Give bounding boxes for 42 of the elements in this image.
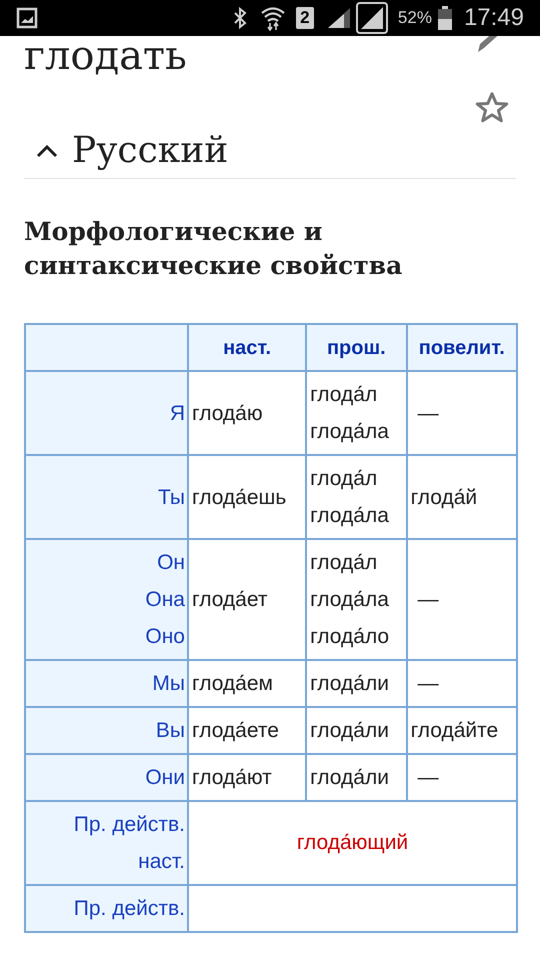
row-header: Ты	[25, 455, 188, 539]
table-cell-text: —	[418, 587, 440, 613]
table-cell-text: глода́ешь	[192, 484, 288, 510]
section-header[interactable]: Русский	[24, 128, 516, 179]
signal-icon	[356, 2, 388, 34]
table-cell-text: глода́йте	[410, 718, 500, 744]
table-cell-text: глода́ю	[192, 400, 264, 426]
row-header: Он Она Оно	[25, 539, 188, 660]
signal-icon	[326, 6, 352, 30]
table-cell-text: глода́ли	[310, 718, 390, 744]
gallery-icon	[16, 7, 38, 29]
battery-percent: 52%	[398, 7, 432, 30]
table-cell-text: глода́л глода́ла	[310, 466, 390, 529]
row-header: Они	[25, 754, 188, 801]
table-cell-text: глода́ет	[192, 587, 268, 613]
table-cell-text: глода́л глода́ла глода́ло	[310, 550, 390, 650]
participle-link[interactable]: глода́ющий	[296, 831, 408, 854]
row-header: Вы	[25, 707, 188, 754]
row-header: Я	[25, 371, 188, 455]
row-header: Мы	[25, 660, 188, 707]
subheading: Морфологические и синтаксические свойства	[24, 216, 404, 282]
table-cell-text: глода́й	[410, 484, 478, 510]
battery-icon	[438, 6, 452, 30]
table-cell-text: —	[418, 765, 440, 791]
table-cell-text: глода́ли	[310, 671, 390, 697]
bluetooth-icon	[232, 6, 248, 30]
row-header: Пр. действ. наст.	[25, 801, 188, 885]
table-cell-text: —	[418, 671, 440, 697]
table-cell-text: глода́ли	[310, 765, 390, 791]
clock: 17:49	[464, 3, 524, 33]
column-header: прош.	[306, 324, 407, 371]
table-cell-text: —	[418, 400, 440, 426]
table-cell-text: глода́ют	[192, 765, 273, 791]
page-title: глодать	[24, 36, 187, 76]
table-cell-text: глода́л глода́ла	[310, 382, 390, 445]
table-cell-text: глода́ете	[192, 718, 280, 744]
row-header: Пр. действ.	[25, 885, 188, 932]
column-header: наст.	[188, 324, 306, 371]
wifi-icon	[260, 5, 286, 31]
table-cell-text: глода́ем	[192, 671, 274, 697]
column-header: повелит.	[406, 324, 517, 371]
sim-slot-badge: 2	[296, 7, 314, 29]
